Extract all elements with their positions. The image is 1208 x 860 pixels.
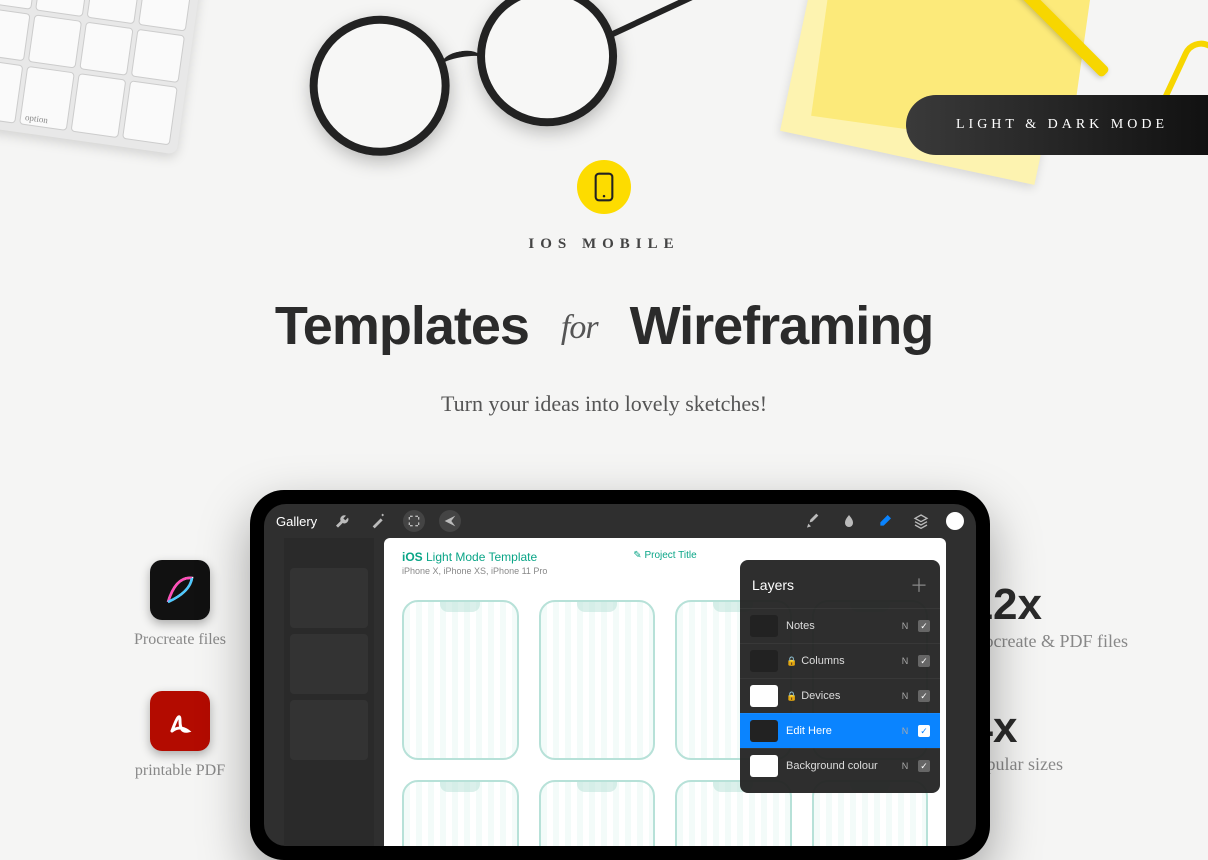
layer-thumb: [750, 720, 778, 742]
layer-name: Background colour: [786, 760, 892, 772]
title-word-1: Templates: [275, 296, 529, 356]
layer-row[interactable]: Background colour N ✓: [740, 748, 940, 783]
layer-name: Edit Here: [786, 725, 892, 737]
stat-12x: 12x: [969, 580, 1128, 630]
brush-icon[interactable]: [802, 510, 824, 532]
procreate-label: Procreate files: [120, 630, 240, 651]
color-icon[interactable]: [946, 512, 964, 530]
layer-thumb: [750, 755, 778, 777]
mode-badge: LIGHT & DARK MODE: [906, 95, 1208, 155]
side-panel: [284, 538, 374, 846]
layer-thumb: [750, 685, 778, 707]
title-for: for: [561, 309, 598, 346]
ipad-mockup: Gallery iOS Light Mode Template iPhone X…: [250, 490, 990, 860]
add-layer-button[interactable]: ＋: [910, 572, 928, 598]
eyebrow-text: IOS MOBILE: [0, 236, 1208, 253]
layer-name: Notes: [786, 620, 892, 632]
procreate-toolbar: Gallery: [264, 504, 976, 538]
layer-visibility[interactable]: ✓: [918, 655, 930, 667]
title-word-2: Wireframing: [630, 296, 934, 356]
subtitle: Turn your ideas into lovely sketches!: [0, 391, 1208, 417]
stat-12x-label: Procreate & PDF files: [969, 630, 1128, 653]
layer-blend: N: [900, 691, 910, 701]
stat-4x: 4x: [969, 703, 1128, 753]
wand-icon[interactable]: [367, 510, 389, 532]
layer-row[interactable]: 🔒 Devices N ✓: [740, 678, 940, 713]
project-title[interactable]: ✎ Project Title: [633, 550, 696, 561]
keyboard-prop: controloption: [0, 0, 201, 154]
layer-row[interactable]: Edit Here N ✓: [740, 713, 940, 748]
layers-icon[interactable]: [910, 510, 932, 532]
layer-thumb: [750, 615, 778, 637]
layers-panel: Layers ＋ NotesN✓🔒ColumnsN✓🔒DevicesN✓Edit…: [740, 560, 940, 793]
gallery-button[interactable]: Gallery: [276, 514, 317, 529]
arrow-icon[interactable]: [439, 510, 461, 532]
layer-visibility[interactable]: ✓: [918, 760, 930, 772]
sticky-notes-prop: [780, 0, 1076, 185]
layers-title: Layers: [752, 577, 794, 593]
phone-frame: [539, 600, 656, 760]
layer-visibility[interactable]: ✓: [918, 620, 930, 632]
layer-visibility[interactable]: ✓: [918, 690, 930, 702]
selection-icon[interactable]: [403, 510, 425, 532]
eraser-icon[interactable]: [874, 510, 896, 532]
stat-4x-label: popular sizes: [969, 753, 1128, 776]
phone-frame: [402, 600, 519, 760]
layer-blend: N: [900, 656, 910, 666]
phone-icon: [577, 160, 631, 214]
phone-frame: [539, 780, 656, 846]
layer-row[interactable]: 🔒 Columns N ✓: [740, 643, 940, 678]
layer-row[interactable]: Notes N ✓: [740, 608, 940, 643]
lock-icon: 🔒: [786, 656, 797, 667]
layer-blend: N: [900, 761, 910, 771]
wrench-icon[interactable]: [331, 510, 353, 532]
layer-thumb: [750, 650, 778, 672]
layer-visibility[interactable]: ✓: [918, 725, 930, 737]
smudge-icon[interactable]: [838, 510, 860, 532]
pdf-label: printable PDF: [120, 761, 240, 782]
acrobat-icon: [150, 691, 210, 751]
phone-frame: [402, 780, 519, 846]
layer-name: Columns: [801, 655, 892, 667]
layer-name: Devices: [801, 690, 892, 702]
lock-icon: 🔒: [786, 691, 797, 702]
procreate-icon: [150, 560, 210, 620]
layer-blend: N: [900, 726, 910, 736]
layer-blend: N: [900, 621, 910, 631]
page-title: Templates for Wireframing: [0, 295, 1208, 357]
